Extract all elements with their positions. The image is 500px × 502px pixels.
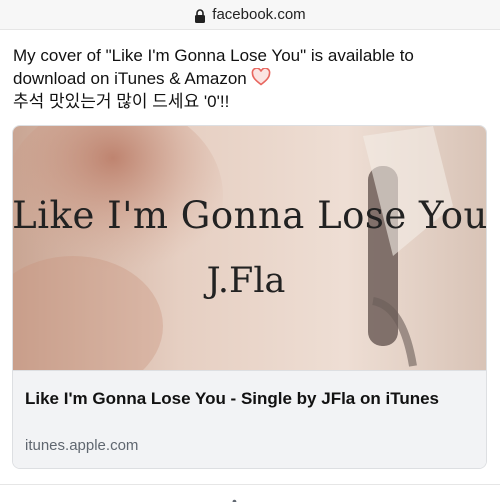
link-preview-title[interactable]: Like I'm Gonna Lose You - Single by JFla… — [25, 387, 465, 410]
address-bar[interactable]: facebook.com — [0, 0, 500, 30]
like-icon: • — [232, 493, 237, 502]
post-text: My cover of "Like I'm Gonna Lose You" is… — [13, 44, 483, 113]
post-text-line-2-text: download on iTunes & Amazon — [13, 69, 247, 88]
link-preview-card[interactable]: Like I'm Gonna Lose You J.Fla Like I'm G… — [12, 125, 487, 469]
post-text-line-2: download on iTunes & Amazon — [13, 67, 483, 90]
bottom-action-bar: • — [0, 484, 500, 502]
post-text-line-1: My cover of "Like I'm Gonna Lose You" is… — [13, 46, 414, 65]
image-title-text: Like I'm Gonna Lose You — [13, 194, 486, 237]
image-artist-text: J.Fla — [204, 261, 286, 301]
link-preview-domain: itunes.apple.com — [25, 437, 139, 454]
post-text-line-3: 추석 맛있는거 많이 드세요 '0'!! — [13, 92, 230, 111]
heart-outline-icon — [251, 67, 271, 86]
lock-icon — [194, 8, 206, 23]
url-text: facebook.com — [212, 6, 306, 23]
link-preview-footer[interactable]: Like I'm Gonna Lose You - Single by JFla… — [13, 370, 486, 468]
link-preview-image[interactable]: Like I'm Gonna Lose You J.Fla — [13, 126, 486, 370]
